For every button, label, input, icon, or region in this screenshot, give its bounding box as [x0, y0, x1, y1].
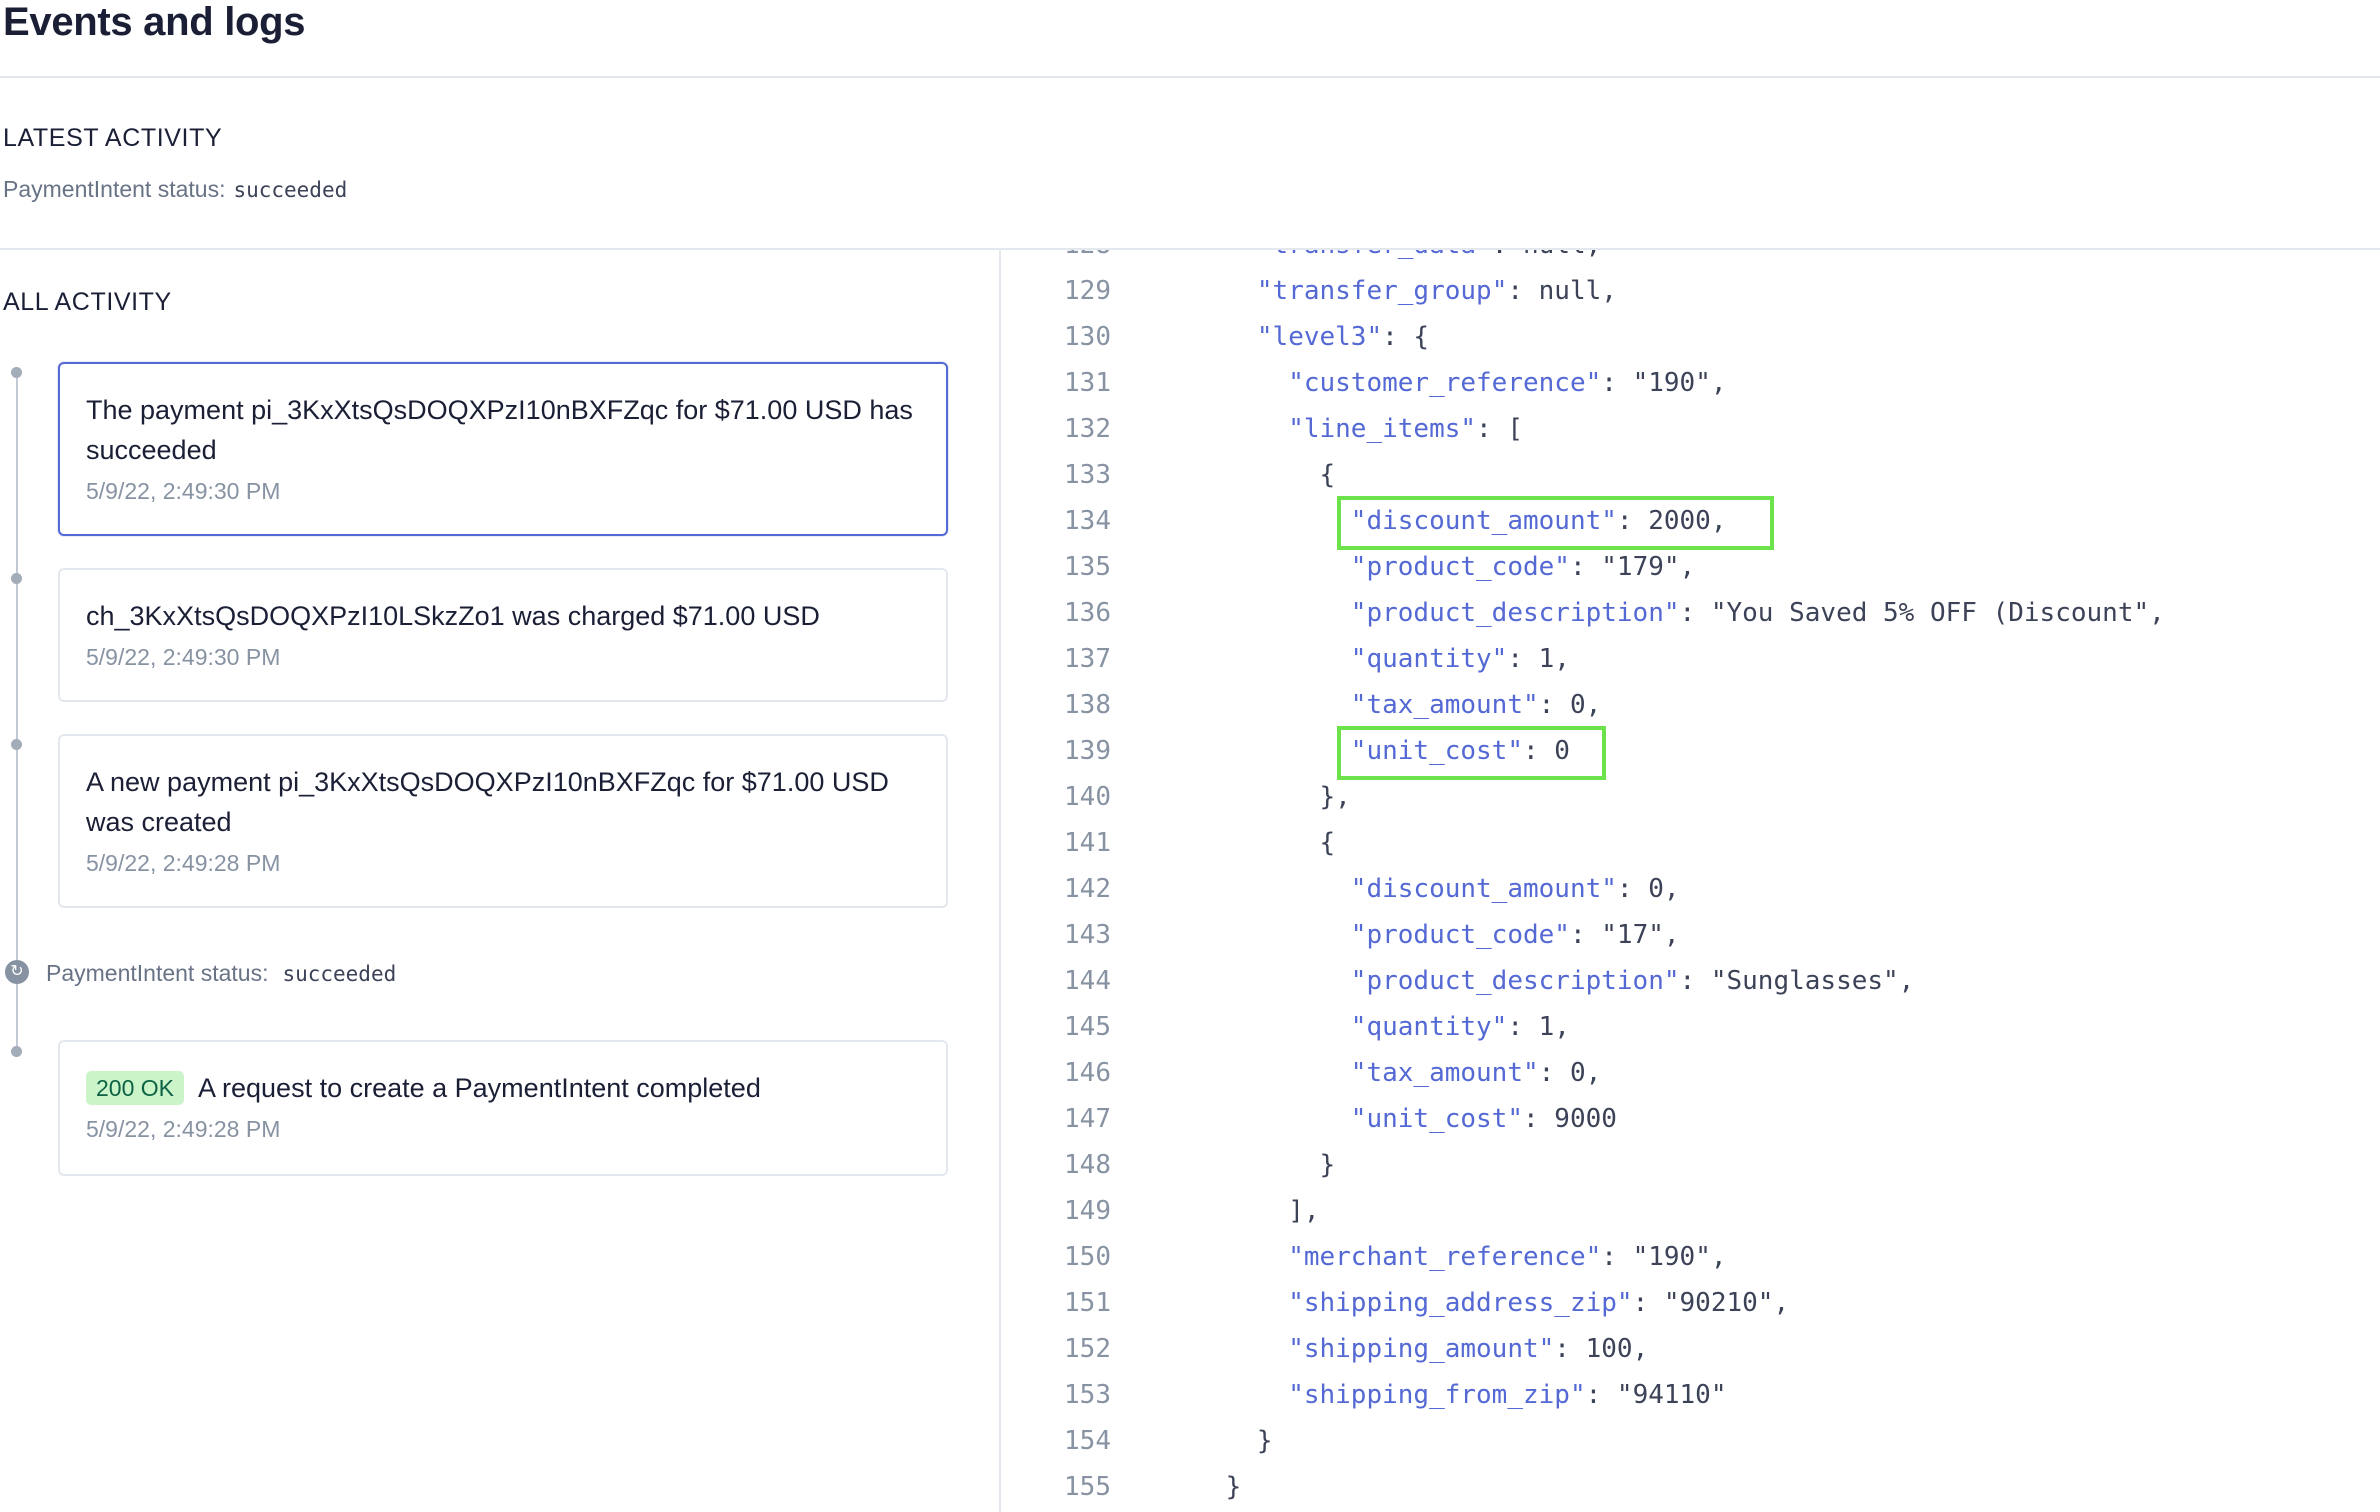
code-text: "shipping_amount": 100, — [1288, 1334, 1649, 1364]
timeline-dot — [11, 367, 22, 378]
timeline-dot — [11, 739, 22, 750]
line-number: 129 — [1064, 276, 1111, 306]
code-text: }, — [1319, 782, 1351, 812]
code-text: "discount_amount": 0, — [1350, 874, 1680, 904]
status-badge: 200 OK — [86, 1071, 184, 1105]
intent-status-value: succeeded — [282, 962, 397, 986]
line-number: 135 — [1064, 552, 1111, 582]
code-text: ], — [1288, 1196, 1320, 1226]
latest-activity-heading: LATEST ACTIVITY — [3, 124, 223, 152]
request-time: 5/9/22, 2:49:28 PM — [86, 1116, 281, 1142]
event-text: A new payment pi_3KxXtsQsDOQXPzI10nBXFZq… — [86, 767, 889, 837]
line-number: 145 — [1064, 1012, 1111, 1042]
code-text: "product_description": "Sunglasses", — [1350, 966, 1915, 996]
event-time: 5/9/22, 2:49:30 PM — [86, 478, 281, 504]
code-viewer[interactable]: 128 "transfer_data": null, 129 "transfer_gr… — [1001, 250, 2380, 1512]
line-number: 139 — [1064, 736, 1111, 766]
request-text-row: 200 OK A request to create a PaymentInten… — [86, 1068, 920, 1108]
all-activity-heading: ALL ACTIVITY — [3, 288, 172, 316]
line-number: 137 — [1064, 644, 1111, 674]
code-text: "shipping_address_zip": "90210", — [1288, 1288, 1790, 1318]
status-change-icon: ↻ — [5, 960, 29, 984]
line-number: 134 — [1064, 506, 1111, 536]
line-number: 151 — [1064, 1288, 1111, 1318]
event-time: 5/9/22, 2:49:30 PM — [86, 644, 281, 670]
line-number: 130 — [1064, 322, 1111, 352]
code-text: "product_description": "You Saved 5% OFF… — [1350, 598, 2165, 628]
code-text: } — [1256, 1426, 1273, 1456]
code-text: "tax_amount": 0, — [1350, 690, 1602, 720]
line-number: 141 — [1064, 828, 1111, 858]
timeline-line — [16, 372, 18, 1048]
code-text: { — [1319, 460, 1336, 490]
code-text: { — [1319, 828, 1336, 858]
code-text: "line_items": [ — [1288, 414, 1523, 444]
event-card[interactable]: The payment pi_3KxXtsQsDOQXPzI10nBXFZqc … — [58, 362, 948, 536]
request-text: A request to create a PaymentIntent comp… — [198, 1073, 761, 1103]
line-number: 149 — [1064, 1196, 1111, 1226]
line-number: 133 — [1064, 460, 1111, 490]
line-number: 140 — [1064, 782, 1111, 812]
line-number: 154 — [1064, 1426, 1111, 1456]
event-card[interactable]: ch_3KxXtsQsDOQXPzI10LSkzZo1 was charged … — [58, 568, 948, 702]
timeline-dot — [11, 573, 22, 584]
code-text: "product_code": "179", — [1350, 552, 1696, 582]
latest-status: PaymentIntent status: succeeded — [3, 176, 347, 203]
line-number: 153 — [1064, 1380, 1111, 1410]
event-text: ch_3KxXtsQsDOQXPzI10LSkzZo1 was charged … — [86, 601, 820, 631]
line-number: 152 — [1064, 1334, 1111, 1364]
line-number: 155 — [1064, 1472, 1111, 1502]
line-number: 128 — [1039, 250, 1111, 268]
line-number: 150 — [1064, 1242, 1111, 1272]
line-number: 138 — [1064, 690, 1111, 720]
event-text: The payment pi_3KxXtsQsDOQXPzI10nBXFZqc … — [86, 395, 913, 465]
code-text: "quantity": 1, — [1350, 1012, 1570, 1042]
event-card[interactable]: A new payment pi_3KxXtsQsDOQXPzI10nBXFZq… — [58, 734, 948, 908]
line-number: 148 — [1064, 1150, 1111, 1180]
line-number: 147 — [1064, 1104, 1111, 1134]
code-text: } — [1319, 1150, 1336, 1180]
line-number: 144 — [1064, 966, 1111, 996]
line-number: 143 — [1064, 920, 1111, 950]
line-number: 136 — [1064, 598, 1111, 628]
request-card[interactable]: 200 OK A request to create a PaymentInten… — [58, 1040, 948, 1176]
code-text: "transfer_data": null, — [1257, 250, 1601, 268]
timeline-dot — [11, 1046, 22, 1057]
code-text: "tax_amount": 0, — [1350, 1058, 1602, 1088]
code-text: "shipping_from_zip": "94110" — [1288, 1380, 1727, 1410]
header-divider — [0, 76, 2380, 78]
line-number: 131 — [1064, 368, 1111, 398]
line-number: 132 — [1064, 414, 1111, 444]
code-text: "customer_reference": "190", — [1288, 368, 1727, 398]
latest-status-label: PaymentIntent status: — [3, 176, 226, 202]
line-number: 142 — [1064, 874, 1111, 904]
latest-status-value: succeeded — [233, 178, 348, 202]
code-text: "merchant_reference": "190", — [1288, 1242, 1727, 1272]
code-text: "product_code": "17", — [1350, 920, 1680, 950]
code-text: "unit_cost": 9000 — [1350, 1104, 1617, 1134]
line-number: 146 — [1064, 1058, 1111, 1088]
intent-status-label: PaymentIntent status: — [46, 960, 269, 986]
event-time: 5/9/22, 2:49:28 PM — [86, 850, 281, 876]
highlight-box — [1336, 726, 1606, 780]
intent-status: PaymentIntent status: succeeded — [46, 960, 396, 987]
highlight-box — [1336, 496, 1775, 550]
code-text: } — [1225, 1472, 1242, 1502]
page-title: Events and logs — [3, 0, 306, 44]
code-text: "level3": { — [1256, 322, 1430, 352]
code-text: "transfer_group": null, — [1256, 276, 1617, 306]
code-text: "quantity": 1, — [1350, 644, 1570, 674]
